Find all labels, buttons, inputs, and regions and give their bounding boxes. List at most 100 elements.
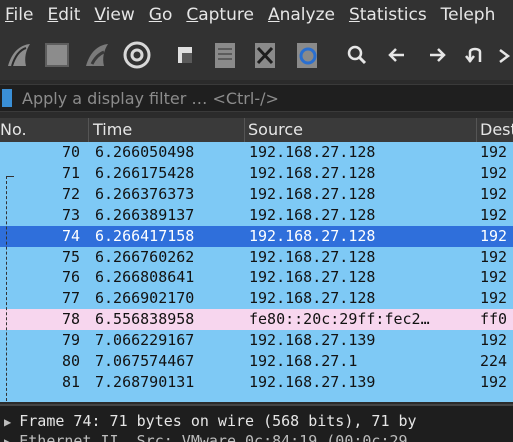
packet-source: 192.168.27.128 bbox=[249, 289, 376, 308]
packet-no: 81 bbox=[62, 372, 81, 391]
packet-source: 192.168.27.128 bbox=[249, 184, 376, 203]
packet-no: 70 bbox=[62, 143, 81, 161]
packet-no: 75 bbox=[62, 247, 81, 266]
packet-row[interactable]: 71 6.266175428 192.168.27.128 192 bbox=[0, 163, 513, 184]
packet-dest: 192 bbox=[480, 143, 508, 161]
packet-row[interactable]: 81 7.268790131 192.168.27.139 192 bbox=[0, 372, 513, 393]
packet-source: 192.168.27.139 bbox=[249, 331, 376, 350]
forward-arrow-icon[interactable] bbox=[420, 38, 454, 72]
packet-dest: 192 bbox=[480, 226, 508, 245]
packet-source: 192.168.27.139 bbox=[249, 372, 376, 391]
packet-time: 6.266050498 bbox=[95, 143, 195, 161]
packet-source: fe80::20c:29ff:fec2… bbox=[249, 310, 430, 329]
detail-ethernet-row[interactable]: ▶ Ethernet II, Src: VMware_0c:84:19 (00:0… bbox=[4, 432, 408, 442]
packet-list: 81 7.268790131 192.168.27.139 192 80 7.067574… bbox=[0, 142, 513, 402]
packet-details-pane: ▶ Frame 74: 71 bytes on wire (568 bits), … bbox=[0, 404, 513, 442]
column-header-source[interactable]: Source bbox=[248, 120, 303, 139]
packet-row[interactable]: 78 6.556838958 fe80::20c:29ff:fec2… ff0 bbox=[0, 309, 513, 331]
menu-view[interactable]: View bbox=[89, 5, 143, 25]
packet-row[interactable]: 79 7.066229167 192.168.27.139 192 bbox=[0, 330, 513, 351]
conversation-rail bbox=[6, 176, 8, 402]
packet-dest: 192 bbox=[480, 184, 508, 203]
main-toolbar bbox=[0, 30, 513, 80]
packet-no: 74 bbox=[62, 226, 81, 245]
close-file-icon[interactable] bbox=[248, 38, 282, 72]
shark-fin-start-icon[interactable] bbox=[2, 38, 36, 72]
reload-icon[interactable] bbox=[290, 38, 324, 72]
conversation-rail-tick bbox=[6, 176, 14, 177]
packet-source: 192.168.27.1 bbox=[249, 352, 358, 370]
packet-row[interactable]: 75 6.266760262 192.168.27.128 192 bbox=[0, 247, 513, 268]
menu-go[interactable]: Go bbox=[144, 5, 182, 25]
packet-source: 192.168.27.128 bbox=[249, 143, 376, 161]
packet-dest: 192 bbox=[480, 372, 508, 391]
packet-no: 80 bbox=[62, 352, 81, 370]
menu-file[interactable]: File bbox=[0, 5, 42, 25]
packet-source: 192.168.27.128 bbox=[249, 247, 376, 266]
packet-time: 6.266760262 bbox=[95, 247, 195, 266]
open-file-icon[interactable] bbox=[168, 38, 202, 72]
packet-time: 6.556838958 bbox=[95, 310, 195, 329]
packet-source: 192.168.27.128 bbox=[249, 268, 376, 287]
expand-arrow-icon[interactable]: ▶ bbox=[4, 415, 11, 429]
packet-no: 73 bbox=[62, 205, 81, 224]
packet-no: 77 bbox=[62, 289, 81, 308]
packet-dest: 192 bbox=[480, 331, 508, 350]
expand-arrow-icon[interactable]: ▶ bbox=[4, 435, 11, 442]
detail-frame-text: Frame 74: 71 bytes on wire (568 bits), 7… bbox=[19, 412, 417, 430]
column-header-destination[interactable]: Dest bbox=[480, 120, 513, 139]
menu-statistics[interactable]: Statistics bbox=[344, 5, 436, 25]
packet-time: 7.066229167 bbox=[95, 331, 195, 350]
packet-row[interactable]: 74 6.266417158 192.168.27.128 192 bbox=[0, 225, 513, 247]
save-file-icon[interactable] bbox=[208, 38, 242, 72]
packet-dest: 192 bbox=[480, 268, 508, 287]
packet-dest: 224 bbox=[480, 352, 508, 370]
packet-time: 6.266389137 bbox=[95, 205, 195, 224]
packet-dest: ff0 bbox=[480, 310, 508, 329]
packet-time: 7.268790131 bbox=[95, 372, 195, 391]
shark-fin-restart-icon[interactable] bbox=[80, 38, 114, 72]
packet-time: 6.266808641 bbox=[95, 268, 195, 287]
packet-no: 78 bbox=[62, 310, 81, 329]
menu-edit[interactable]: Edit bbox=[42, 5, 89, 25]
detail-frame-row[interactable]: ▶ Frame 74: 71 bytes on wire (568 bits), … bbox=[4, 412, 417, 430]
packet-row[interactable]: 77 6.266902170 192.168.27.128 192 bbox=[0, 288, 513, 309]
packet-list-header: No. Time Source Dest bbox=[0, 118, 513, 143]
packet-source: 192.168.27.128 bbox=[249, 226, 376, 245]
back-arrow-icon[interactable] bbox=[380, 38, 414, 72]
packet-source: 192.168.27.128 bbox=[249, 205, 376, 224]
packet-row[interactable]: 80 7.067574467 192.168.27.1 224 bbox=[0, 351, 513, 372]
packet-time: 6.266175428 bbox=[95, 163, 195, 182]
detail-ethernet-text: Ethernet II, Src: VMware_0c:84:19 (00:0c… bbox=[19, 432, 408, 442]
packet-row[interactable]: 76 6.266808641 192.168.27.128 192 bbox=[0, 267, 513, 288]
packet-time: 6.266417158 bbox=[95, 226, 195, 245]
column-header-no[interactable]: No. bbox=[0, 120, 27, 139]
packet-row[interactable]: 73 6.266389137 192.168.27.128 192 bbox=[0, 205, 513, 226]
menu-analyze[interactable]: Analyze bbox=[263, 5, 344, 25]
packet-no: 71 bbox=[62, 163, 81, 182]
packet-no: 72 bbox=[62, 184, 81, 203]
search-icon[interactable] bbox=[340, 38, 374, 72]
packet-row[interactable]: 72 6.266376373 192.168.27.128 192 bbox=[0, 184, 513, 205]
packet-time: 6.266902170 bbox=[95, 289, 195, 308]
packet-row[interactable]: 70 6.266050498 192.168.27.128 192 bbox=[0, 142, 513, 163]
packet-no: 76 bbox=[62, 268, 81, 287]
column-header-time[interactable]: Time bbox=[93, 120, 132, 139]
next-icon[interactable] bbox=[494, 38, 513, 72]
packet-dest: 192 bbox=[480, 247, 508, 266]
display-filter-bar bbox=[0, 84, 513, 112]
display-filter-input[interactable] bbox=[22, 88, 492, 108]
packet-time: 7.067574467 bbox=[95, 352, 195, 370]
menu-bar: File Edit View Go Capture Analyze Statistics Te… bbox=[0, 0, 513, 30]
options-gear-icon[interactable] bbox=[120, 38, 154, 72]
packet-time: 6.266376373 bbox=[95, 184, 195, 203]
jump-icon[interactable] bbox=[458, 38, 492, 72]
packet-dest: 192 bbox=[480, 163, 508, 182]
menu-telephony[interactable]: Teleph bbox=[436, 5, 505, 25]
menu-capture[interactable]: Capture bbox=[181, 5, 263, 25]
packet-no: 79 bbox=[62, 331, 81, 350]
bookmark-icon[interactable] bbox=[2, 89, 12, 107]
stop-square-icon[interactable] bbox=[40, 38, 74, 72]
packet-dest: 192 bbox=[480, 205, 508, 224]
packet-dest: 192 bbox=[480, 289, 508, 308]
